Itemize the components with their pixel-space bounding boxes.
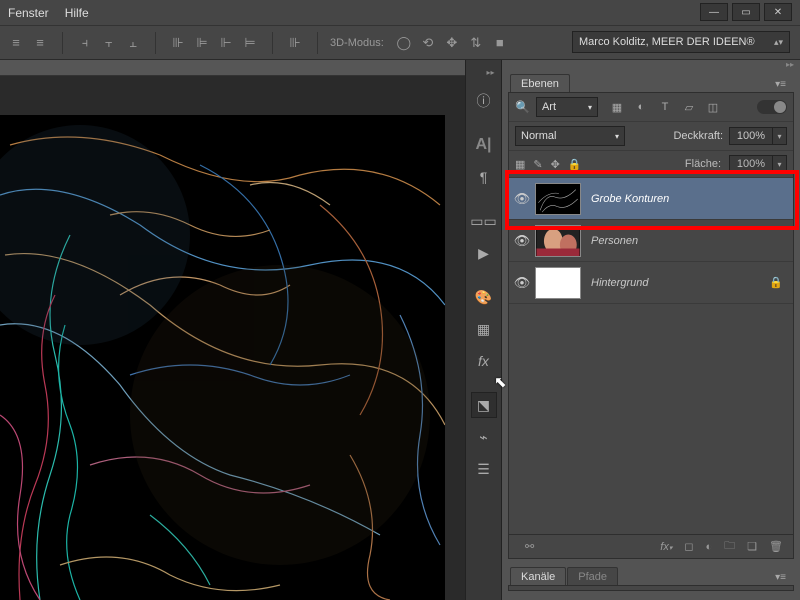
- channels-panel: Kanäle Pfade ▾≡: [508, 565, 794, 591]
- layer-filter-row: 🔍 Art▾ ▦ ◐ T ▱ ◫: [509, 93, 793, 122]
- ruler-horizontal: [0, 60, 465, 76]
- styles-panel-icon[interactable]: fx: [471, 348, 497, 374]
- new-group-icon[interactable]: 🗀: [724, 537, 735, 556]
- tab-pfade[interactable]: Pfade: [567, 567, 618, 585]
- align-right-icon[interactable]: ⫠: [123, 33, 143, 53]
- divider: [272, 32, 273, 54]
- opacity-slider-toggle[interactable]: ▾: [773, 127, 787, 145]
- filter-type-icon[interactable]: T: [658, 100, 672, 114]
- window-close-button[interactable]: ✕: [764, 3, 792, 21]
- divider: [62, 32, 63, 54]
- info-panel-icon[interactable]: ⓘ: [471, 88, 497, 114]
- layer-item[interactable]: 👁 Grobe Konturen: [509, 178, 793, 220]
- menu-bar: Fenster Hilfe — ▭ ✕: [0, 0, 800, 25]
- window-maximize-button[interactable]: ▭: [732, 3, 760, 21]
- opacity-label: Deckkraft:: [673, 130, 723, 142]
- window-minimize-button[interactable]: —: [700, 3, 728, 21]
- workspace-dropdown[interactable]: Marco Kolditz, MEER DER IDEEN® ▴▾: [572, 31, 790, 53]
- chevron-updown-icon: ▴▾: [774, 37, 783, 48]
- panel-menu-icon[interactable]: ▾≡: [771, 77, 790, 92]
- layer-blend-row: Normal▾ Deckkraft: 100% ▾: [509, 122, 793, 151]
- lock-transparency-icon[interactable]: ▦: [515, 158, 525, 171]
- divider: [155, 32, 156, 54]
- history-panel-icon[interactable]: ▭▭: [471, 208, 497, 234]
- character-panel-icon[interactable]: A|: [471, 132, 497, 158]
- 3d-slide-icon[interactable]: ⇅: [466, 33, 486, 53]
- align-icon[interactable]: ≡: [30, 33, 50, 53]
- 3d-pan-icon[interactable]: ✥: [442, 33, 462, 53]
- filter-adjust-icon[interactable]: ◐: [634, 100, 648, 114]
- add-mask-icon[interactable]: ◻: [684, 540, 693, 553]
- blend-mode-dropdown[interactable]: Normal▾: [515, 126, 625, 146]
- dock-collapse-icon[interactable]: ▸▸: [469, 68, 499, 78]
- options-bar: ≡ ≡ ⫞ ⫟ ⫠ ⊪ ⊫ ⊩ ⊨ ⊪ 3D-Modus: ◯ ⟲ ✥ ⇅ ■ …: [0, 25, 800, 60]
- panel-collapse-icon[interactable]: ▸▸: [502, 60, 800, 72]
- fx-icon[interactable]: fx▾: [660, 541, 672, 553]
- filter-pixel-icon[interactable]: ▦: [610, 100, 624, 114]
- layer-thumbnail[interactable]: [535, 183, 581, 215]
- paragraph-panel-icon[interactable]: ¶: [471, 164, 497, 190]
- filter-shape-icon[interactable]: ▱: [682, 100, 696, 114]
- distribute-icon[interactable]: ⊪: [285, 33, 305, 53]
- fill-slider-toggle[interactable]: ▾: [773, 155, 787, 173]
- visibility-toggle-icon[interactable]: 👁: [509, 191, 535, 207]
- brush-presets-icon[interactable]: ☰: [471, 456, 497, 482]
- panel-menu-icon[interactable]: ▾≡: [771, 570, 790, 585]
- link-layers-icon[interactable]: ⚯: [525, 540, 534, 553]
- filter-smart-icon[interactable]: ◫: [706, 100, 720, 114]
- align-icon[interactable]: ≡: [6, 33, 26, 53]
- filter-kind-dropdown[interactable]: Art▾: [536, 97, 598, 117]
- adjustments-panel-icon[interactable]: ⬔: [471, 392, 497, 418]
- new-layer-icon[interactable]: ❏: [747, 540, 757, 553]
- swatches-panel-icon[interactable]: ▦: [471, 316, 497, 342]
- divider: [317, 32, 318, 54]
- layer-name[interactable]: Hintergrund: [591, 277, 648, 289]
- tab-kanaele[interactable]: Kanäle: [510, 567, 566, 585]
- filter-toggle[interactable]: [757, 100, 787, 114]
- 3d-camera-icon[interactable]: ■: [490, 33, 510, 53]
- menu-fenster[interactable]: Fenster: [8, 6, 49, 20]
- workspace-name: Marco Kolditz, MEER DER IDEEN®: [579, 36, 755, 48]
- layer-thumbnail[interactable]: [535, 267, 581, 299]
- lock-pixels-icon[interactable]: ✎: [533, 158, 542, 171]
- 3d-mode-label: 3D-Modus:: [330, 37, 384, 49]
- distribute-icon[interactable]: ⊪: [168, 33, 188, 53]
- lock-icon: 🔒: [769, 276, 783, 289]
- layer-lock-row: ▦ ✎ ✥ 🔒 Fläche: 100% ▾: [509, 151, 793, 178]
- layer-name[interactable]: Grobe Konturen: [591, 193, 669, 205]
- distribute-icon[interactable]: ⊨: [240, 33, 260, 53]
- layers-list: 👁 Grobe Konturen 👁 Personen: [509, 178, 793, 534]
- panel-dock: ▸▸ ⓘ A| ¶ ▭▭ ▶ 🎨 ▦ fx ⬔ ⌁ ☰: [465, 60, 501, 600]
- layer-item[interactable]: 👁 Personen: [509, 220, 793, 262]
- right-panel-column: ▸▸ Ebenen ▾≡ 🔍 Art▾ ▦ ◐ T ▱: [501, 60, 800, 600]
- nav-panel-icon[interactable]: ▶: [471, 240, 497, 266]
- delete-layer-icon[interactable]: 🗑: [769, 540, 783, 553]
- align-left-icon[interactable]: ⫞: [75, 33, 95, 53]
- visibility-toggle-icon[interactable]: 👁: [509, 233, 535, 249]
- search-icon[interactable]: 🔍: [515, 100, 530, 114]
- 3d-roll-icon[interactable]: ⟲: [418, 33, 438, 53]
- menu-hilfe[interactable]: Hilfe: [65, 6, 89, 20]
- color-panel-icon[interactable]: 🎨: [471, 284, 497, 310]
- canvas-area[interactable]: [0, 60, 465, 600]
- adjustment-layer-icon[interactable]: ◐: [706, 541, 713, 553]
- brushes-panel-icon[interactable]: ⌁: [471, 424, 497, 450]
- layers-panel-footer: ⚯ fx▾ ◻ ◐ 🗀 ❏ 🗑: [509, 534, 793, 558]
- distribute-icon[interactable]: ⊫: [192, 33, 212, 53]
- lock-all-icon[interactable]: 🔒: [568, 158, 582, 171]
- distribute-icon[interactable]: ⊩: [216, 33, 236, 53]
- tab-ebenen[interactable]: Ebenen: [510, 74, 570, 92]
- fill-label: Fläche:: [685, 158, 721, 170]
- fill-value[interactable]: 100%: [729, 155, 773, 173]
- opacity-value[interactable]: 100%: [729, 127, 773, 145]
- layer-name[interactable]: Personen: [591, 235, 638, 247]
- align-center-icon[interactable]: ⫟: [99, 33, 119, 53]
- document-canvas[interactable]: [0, 115, 445, 600]
- layer-thumbnail[interactable]: [535, 225, 581, 257]
- lock-position-icon[interactable]: ✥: [551, 158, 560, 171]
- 3d-orbit-icon[interactable]: ◯: [394, 33, 414, 53]
- layers-panel: Ebenen ▾≡ 🔍 Art▾ ▦ ◐ T ▱ ◫: [508, 72, 794, 559]
- visibility-toggle-icon[interactable]: 👁: [509, 275, 535, 291]
- layer-item[interactable]: 👁 Hintergrund 🔒: [509, 262, 793, 304]
